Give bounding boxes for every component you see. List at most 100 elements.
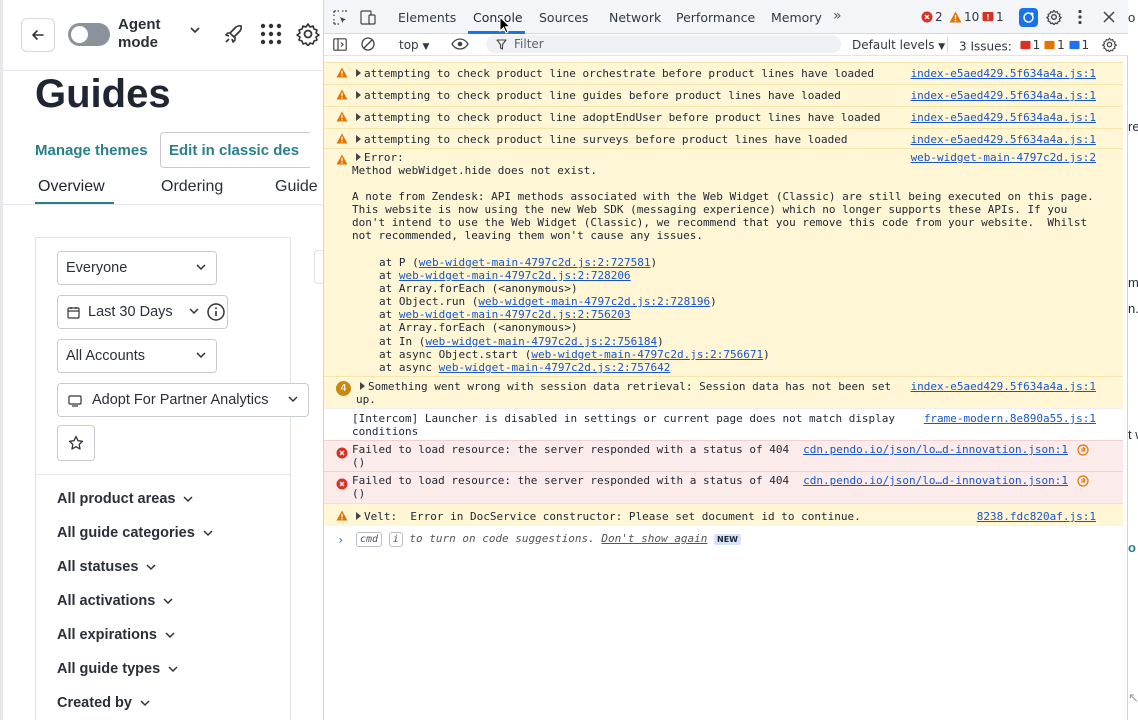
- chevron-down-icon: [165, 632, 175, 639]
- more-tabs-icon[interactable]: »: [833, 8, 842, 24]
- source-link[interactable]: index-e5aed429.5f634a4a.js:1: [911, 89, 1096, 102]
- edit-in-classic-designer-button[interactable]: Edit in classic des: [160, 132, 310, 168]
- stack-frame-link[interactable]: web-widget-main-4797c2d.js:2:757642: [439, 361, 671, 374]
- console-filter-input[interactable]: Filter: [486, 35, 841, 53]
- kbd-cmd: cmd: [356, 532, 383, 547]
- close-icon[interactable]: [1103, 11, 1115, 23]
- stack-frame-link[interactable]: web-widget-main-4797c2d.js:2:756203: [399, 308, 631, 321]
- facet-statuses[interactable]: All statuses: [57, 559, 156, 575]
- console-message-warning-expanded[interactable]: Error: Method webWidget.hide does not ex…: [324, 148, 1123, 376]
- console-message-warning[interactable]: Velt: Error in DocService constructor: P…: [324, 503, 1123, 526]
- context-selector[interactable]: top ▼: [399, 38, 429, 52]
- stack-frame-link[interactable]: web-widget-main-4797c2d.js:2:756184: [425, 335, 657, 348]
- stack-frame: at async web-widget-main-4797c2d.js:2:75…: [379, 361, 670, 374]
- tab-elements[interactable]: Elements: [398, 10, 456, 25]
- console-message-info[interactable]: [Intercom] Launcher is disabled in setti…: [324, 408, 1123, 440]
- console-settings-icon[interactable]: [1102, 37, 1117, 52]
- facet-label: All statuses: [57, 559, 139, 575]
- app-grid-icon[interactable]: [260, 23, 282, 45]
- tab-ordering[interactable]: Ordering: [161, 178, 223, 196]
- issues-flag-count[interactable]: 1: [982, 10, 1004, 26]
- clear-console-icon[interactable]: [361, 37, 375, 51]
- expand-caret-icon[interactable]: [356, 512, 361, 520]
- source-link[interactable]: cdn.pendo.io/json/lo…d-innovation.json:1: [803, 474, 1068, 487]
- dont-show-again-link[interactable]: Don't show again: [601, 532, 707, 545]
- console-prompt[interactable]: › cmd i to turn on code suggestions. Don…: [324, 531, 1123, 549]
- settings-gear-icon[interactable]: [296, 22, 320, 46]
- more-options-icon[interactable]: [1078, 9, 1082, 25]
- facet-expirations[interactable]: All expirations: [57, 627, 175, 643]
- expand-caret-icon[interactable]: [360, 382, 365, 390]
- favorite-button[interactable]: [57, 425, 95, 461]
- edge-text: m: [1128, 275, 1138, 290]
- expand-caret-icon[interactable]: [356, 91, 361, 99]
- network-request-icon[interactable]: [1077, 475, 1089, 487]
- console-message-error[interactable]: Failed to load resource: the server resp…: [324, 440, 1123, 471]
- tab-performance[interactable]: Performance: [676, 10, 755, 25]
- expand-caret-icon[interactable]: [356, 153, 361, 161]
- facet-guide-types[interactable]: All guide types: [57, 661, 178, 677]
- source-link[interactable]: index-e5aed429.5f634a4a.js:1: [911, 133, 1096, 146]
- accounts-select[interactable]: All Accounts: [57, 339, 217, 373]
- chevron-down-icon: [189, 308, 199, 315]
- tab-memory[interactable]: Memory: [771, 10, 822, 25]
- facet-guide-categories[interactable]: All guide categories: [57, 525, 213, 541]
- warning-icon: [336, 510, 348, 521]
- stack-frame: at P (web-widget-main-4797c2d.js:2:72758…: [379, 256, 657, 269]
- app-select-value: Adopt For Partner Analytics: [92, 392, 269, 408]
- agent-mode-toggle[interactable]: [68, 23, 110, 46]
- console-message-warning[interactable]: attempting to check product line adoptEn…: [324, 106, 1123, 128]
- console-message-error[interactable]: Failed to load resource: the server resp…: [324, 471, 1123, 503]
- error-count-value: 2: [935, 10, 943, 24]
- inspect-element-icon[interactable]: [333, 10, 348, 25]
- log-levels-select[interactable]: Default levels ▼: [852, 38, 945, 52]
- stack-frame-link[interactable]: web-widget-main-4797c2d.js:2:756671: [531, 348, 763, 361]
- tab-console[interactable]: Console: [473, 10, 523, 25]
- expand-caret-icon[interactable]: [356, 113, 361, 121]
- console-message-warning[interactable]: attempting to check product line guides …: [324, 84, 1123, 106]
- error-icon: [336, 447, 348, 459]
- tab-guide[interactable]: Guide: [275, 178, 318, 196]
- stack-frame-text: at async Object.start (: [379, 348, 532, 361]
- facet-activations[interactable]: All activations: [57, 593, 173, 609]
- source-link[interactable]: web-widget-main-4797c2d.js:2: [911, 151, 1096, 164]
- segment-select[interactable]: Everyone: [57, 251, 217, 285]
- warning-icon: [336, 133, 348, 144]
- source-link[interactable]: frame-modern.8e890a55.js:1: [924, 412, 1096, 425]
- devtools-settings-icon[interactable]: [1046, 9, 1062, 25]
- source-link[interactable]: cdn.pendo.io/json/lo…d-innovation.json:1: [803, 443, 1068, 456]
- network-request-icon[interactable]: [1077, 444, 1089, 456]
- console-message-warning[interactable]: attempting to check product line surveys…: [324, 128, 1123, 148]
- rocket-icon[interactable]: [223, 23, 245, 45]
- tab-sources[interactable]: Sources: [539, 10, 588, 25]
- source-link[interactable]: index-e5aed429.5f634a4a.js:1: [911, 67, 1096, 80]
- expand-caret-icon[interactable]: [356, 69, 361, 77]
- warning-count[interactable]: 10: [949, 10, 979, 26]
- stack-frame-link[interactable]: web-widget-main-4797c2d.js:2:728196: [478, 295, 710, 308]
- stack-frame-link[interactable]: web-widget-main-4797c2d.js:2:728206: [399, 269, 631, 282]
- facet-product-areas[interactable]: All product areas: [57, 491, 193, 507]
- chevron-down-icon[interactable]: [189, 26, 201, 34]
- facet-created-by[interactable]: Created by: [57, 695, 150, 711]
- info-icon[interactable]: [206, 302, 226, 322]
- stack-frame-link[interactable]: web-widget-main-4797c2d.js:2:727581: [419, 256, 651, 269]
- tab-overview[interactable]: Overview: [38, 178, 105, 196]
- source-link[interactable]: 8238.fdc820af.js:1: [977, 510, 1096, 523]
- source-link[interactable]: index-e5aed429.5f634a4a.js:1: [911, 111, 1096, 124]
- live-expression-eye-icon[interactable]: [451, 38, 469, 50]
- console-message-warning[interactable]: attempting to check product line orchest…: [324, 62, 1123, 84]
- back-button[interactable]: [21, 18, 55, 52]
- error-count[interactable]: 2: [921, 10, 943, 26]
- manage-themes-link[interactable]: Manage themes: [35, 142, 148, 159]
- ai-assistance-button[interactable]: [1019, 8, 1038, 27]
- source-link[interactable]: index-e5aed429.5f634a4a.js:1: [911, 380, 1096, 393]
- device-toolbar-icon[interactable]: [360, 10, 376, 25]
- tab-network[interactable]: Network: [609, 10, 661, 25]
- stack-frame-text: at Array.forEach (<anonymous>): [379, 321, 578, 334]
- sidebar-toggle-icon[interactable]: [333, 38, 347, 51]
- expand-caret-icon[interactable]: [356, 135, 361, 143]
- console-message-warning-grouped[interactable]: 4 Something went wrong with session data…: [324, 376, 1123, 408]
- date-range-select[interactable]: Last 30 Days: [57, 295, 228, 329]
- app-select[interactable]: Adopt For Partner Analytics: [57, 383, 309, 417]
- issues-summary[interactable]: 3 Issues: 1 1 1: [959, 38, 1089, 54]
